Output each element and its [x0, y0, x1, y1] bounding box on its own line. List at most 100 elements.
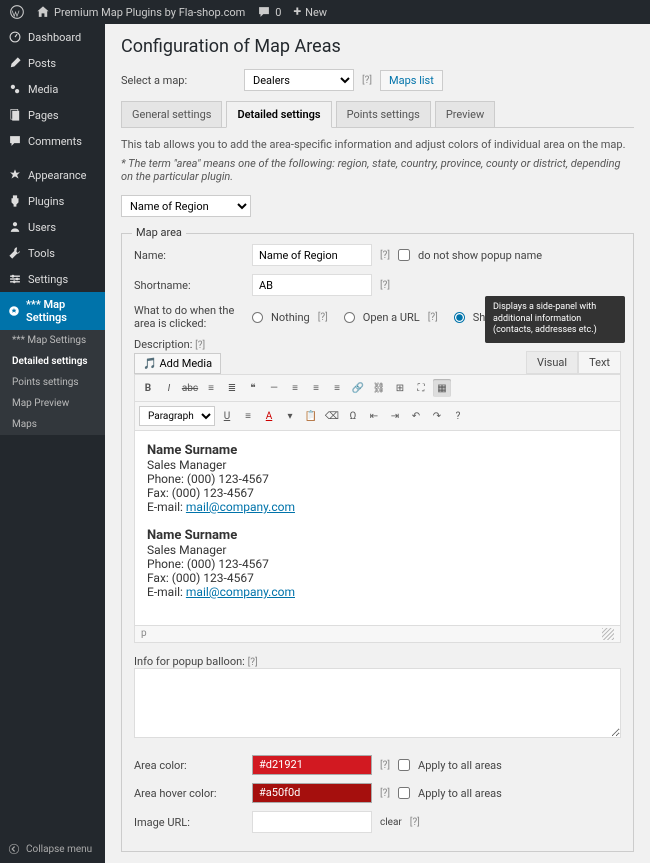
- visual-tab[interactable]: Visual: [526, 351, 578, 374]
- menu-media[interactable]: Media: [0, 76, 105, 102]
- editor-toolbar: B I abc ≡ ≣ ❝ — ≡ ≡ ≡ 🔗 ⛓ ⊞ ⛶ ▦: [134, 374, 621, 402]
- menu-map-settings[interactable]: *** Map Settings: [0, 292, 105, 330]
- align-right-icon[interactable]: ≡: [328, 379, 346, 397]
- outdent-icon[interactable]: ⇤: [365, 407, 383, 425]
- site-link[interactable]: Premium Map Plugins by Fla-shop.com: [30, 5, 251, 19]
- help-icon[interactable]: [?]: [380, 760, 390, 771]
- click-nothing-radio[interactable]: [252, 312, 263, 323]
- menu-settings[interactable]: Settings: [0, 266, 105, 292]
- page-title: Configuration of Map Areas: [121, 36, 634, 57]
- region-select[interactable]: Name of Region: [121, 195, 251, 217]
- info-textarea[interactable]: [134, 668, 621, 738]
- menu-comments[interactable]: Comments: [0, 128, 105, 154]
- help-toolbar-icon[interactable]: ?: [449, 407, 467, 425]
- align-center-icon[interactable]: ≡: [307, 379, 325, 397]
- tabs: General settings Detailed settings Point…: [121, 101, 634, 128]
- align-left-icon[interactable]: ≡: [286, 379, 304, 397]
- editor-statusbar: p: [134, 626, 621, 643]
- tab-preview[interactable]: Preview: [435, 101, 495, 127]
- char-icon[interactable]: Ω: [344, 407, 362, 425]
- help-icon[interactable]: [?]: [318, 312, 328, 323]
- click-more-radio[interactable]: [454, 312, 465, 323]
- help-icon[interactable]: [?]: [428, 312, 438, 323]
- quote-icon[interactable]: ❝: [244, 379, 262, 397]
- dropdown-icon[interactable]: ▾: [281, 407, 299, 425]
- click-label: What to do when the area is clicked:: [134, 304, 244, 330]
- editor-body[interactable]: Name SurnameSales ManagerPhone: (000) 12…: [134, 431, 621, 626]
- menu-plugins[interactable]: Plugins: [0, 188, 105, 214]
- justify-icon[interactable]: ≡: [239, 407, 257, 425]
- fullscreen-icon[interactable]: ⛶: [412, 379, 430, 397]
- tab-general[interactable]: General settings: [121, 101, 222, 127]
- hr-icon[interactable]: —: [265, 379, 283, 397]
- redo-icon[interactable]: ↷: [428, 407, 446, 425]
- maps-list-button[interactable]: Maps list: [380, 70, 443, 91]
- paragraph-select[interactable]: Paragraph: [139, 406, 215, 426]
- sub-preview[interactable]: Map Preview: [0, 393, 105, 414]
- editor-toolbar-2: Paragraph U ≡ A ▾ 📋 ⌫ Ω ⇤ ⇥ ↶ ↷ ?: [134, 402, 621, 431]
- ul-icon[interactable]: ≡: [202, 379, 220, 397]
- tab-points[interactable]: Points settings: [336, 101, 431, 127]
- menu-appearance[interactable]: Appearance: [0, 162, 105, 188]
- help-icon[interactable]: [?]: [248, 657, 258, 668]
- sub-map-settings[interactable]: *** Map Settings: [0, 330, 105, 351]
- menu-users[interactable]: Users: [0, 214, 105, 240]
- click-url-label: Open a URL: [363, 311, 420, 324]
- wp-logo[interactable]: [4, 5, 30, 19]
- help-icon[interactable]: [?]: [380, 788, 390, 799]
- add-media-button[interactable]: 🎵 Add Media: [134, 353, 221, 374]
- textcolor-icon[interactable]: A: [260, 407, 278, 425]
- indent-icon[interactable]: ⇥: [386, 407, 404, 425]
- content: Configuration of Map Areas Select a map:…: [105, 24, 650, 863]
- admin-bar: Premium Map Plugins by Fla-shop.com 0 +N…: [0, 0, 650, 24]
- select-map[interactable]: Dealers: [244, 69, 354, 91]
- help-icon[interactable]: [?]: [195, 340, 205, 351]
- menu-posts[interactable]: Posts: [0, 50, 105, 76]
- help-icon[interactable]: [?]: [410, 817, 420, 828]
- apply-color-checkbox[interactable]: [398, 759, 410, 771]
- bold-icon[interactable]: B: [139, 379, 157, 397]
- underline-icon[interactable]: U: [218, 407, 236, 425]
- help-icon[interactable]: [?]: [380, 280, 390, 291]
- submenu: *** Map Settings Detailed settings Point…: [0, 330, 105, 435]
- fieldset-legend: Map area: [132, 226, 186, 239]
- select-map-label: Select a map:: [121, 74, 236, 87]
- description-label: Description:: [134, 338, 192, 351]
- menu-pages[interactable]: Pages: [0, 102, 105, 128]
- ol-icon[interactable]: ≣: [223, 379, 241, 397]
- tab-note: * The term "area" means one of the follo…: [121, 157, 634, 183]
- name-input[interactable]: [252, 244, 372, 266]
- tab-description: This tab allows you to add the area-spec…: [121, 138, 634, 151]
- paste-icon[interactable]: 📋: [302, 407, 320, 425]
- menu-dashboard[interactable]: Dashboard: [0, 24, 105, 50]
- new-link[interactable]: +New: [287, 4, 333, 20]
- collapse-menu[interactable]: Collapse menu: [0, 835, 105, 863]
- color-swatch[interactable]: #d21921: [252, 755, 372, 775]
- help-icon[interactable]: [?]: [362, 75, 372, 86]
- more-icon[interactable]: ⊞: [391, 379, 409, 397]
- comments-link[interactable]: 0: [251, 5, 287, 19]
- sub-maps[interactable]: Maps: [0, 414, 105, 435]
- toggle-toolbar-icon[interactable]: ▦: [433, 379, 451, 397]
- strike-icon[interactable]: abc: [181, 379, 199, 397]
- hover-swatch[interactable]: #a50f0d: [252, 783, 372, 803]
- unlink-icon[interactable]: ⛓: [370, 379, 388, 397]
- name-label: Name:: [134, 249, 244, 262]
- image-input[interactable]: [252, 811, 372, 833]
- text-tab[interactable]: Text: [578, 351, 621, 374]
- tab-detailed[interactable]: Detailed settings: [226, 101, 331, 128]
- clear-link[interactable]: clear: [380, 817, 402, 828]
- clear-icon[interactable]: ⌫: [323, 407, 341, 425]
- italic-icon[interactable]: I: [160, 379, 178, 397]
- undo-icon[interactable]: ↶: [407, 407, 425, 425]
- help-icon[interactable]: [?]: [380, 250, 390, 261]
- sub-detailed[interactable]: Detailed settings: [0, 351, 105, 372]
- menu-tools[interactable]: Tools: [0, 240, 105, 266]
- shortname-input[interactable]: [252, 274, 372, 296]
- click-url-radio[interactable]: [344, 312, 355, 323]
- link-icon[interactable]: 🔗: [349, 379, 367, 397]
- apply-hover-checkbox[interactable]: [398, 787, 410, 799]
- noshow-checkbox[interactable]: [398, 249, 410, 261]
- resize-handle[interactable]: [602, 628, 614, 640]
- sub-points[interactable]: Points settings: [0, 372, 105, 393]
